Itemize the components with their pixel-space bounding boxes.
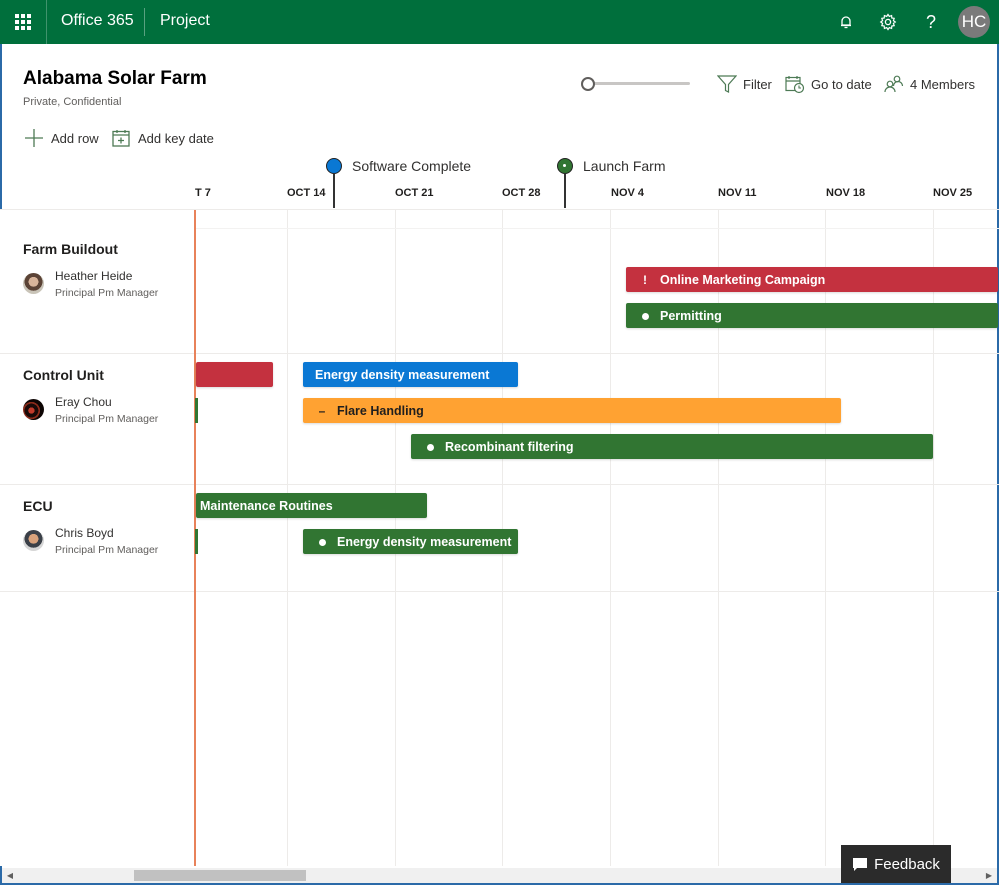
row-divider (0, 353, 999, 354)
help-icon: ? (925, 11, 936, 32)
members-button[interactable]: 4 Members (884, 74, 975, 94)
owner-name: Heather Heide (55, 269, 133, 283)
calendar-add-icon (112, 130, 130, 147)
help-button[interactable]: ? (911, 0, 951, 44)
task-bar[interactable]: Maintenance Routines (196, 493, 427, 518)
task-bar[interactable]: Recombinant filtering (411, 434, 933, 459)
plus-icon (25, 129, 43, 147)
alert-icon: ! (643, 272, 647, 287)
settings-button[interactable] (868, 0, 908, 44)
date-label: NOV 18 (826, 187, 866, 199)
task-label: Energy density measurement (337, 534, 512, 549)
date-label: OCT 21 (395, 187, 434, 199)
row-top-line (196, 228, 999, 229)
zoom-thumb[interactable] (581, 77, 595, 91)
dash-icon: – (318, 403, 326, 418)
milestone-marker-icon (326, 158, 342, 174)
task-bar-stub[interactable] (195, 529, 198, 554)
filter-button[interactable]: Filter (717, 74, 772, 94)
office-365-link[interactable]: Office 365 (61, 12, 134, 30)
row-divider (0, 591, 999, 592)
task-bar[interactable]: Energy density measurement (303, 362, 518, 387)
add-key-date-button[interactable]: Add key date (112, 128, 214, 148)
members-label: 4 Members (910, 76, 976, 92)
brand-divider (144, 8, 145, 36)
owner-role: Principal Pm Manager (55, 544, 159, 556)
task-label: Recombinant filtering (445, 439, 574, 454)
feedback-label: Feedback (874, 855, 940, 873)
task-bar-stub[interactable] (195, 398, 198, 423)
owner-role: Principal Pm Manager (55, 287, 159, 299)
milestone-stem (333, 174, 335, 208)
add-key-date-label: Add key date (138, 130, 214, 146)
calendar-clock-icon (785, 75, 805, 93)
milestone-stem (564, 174, 566, 208)
owner-avatar[interactable] (23, 273, 44, 294)
go-to-date-button[interactable]: Go to date (785, 74, 872, 94)
milestone-label: Software Complete (352, 158, 472, 174)
owner-avatar[interactable] (23, 530, 44, 551)
date-label: NOV 4 (611, 187, 645, 199)
scrollbar-thumb[interactable] (134, 870, 306, 881)
task-label: Maintenance Routines (200, 498, 333, 513)
add-row-button[interactable]: Add row (25, 128, 99, 148)
project-app-link[interactable]: Project (160, 12, 210, 30)
task-bar[interactable]: Permitting (626, 303, 998, 328)
notifications-button[interactable] (826, 0, 866, 44)
task-bar[interactable]: ! Online Marketing Campaign (626, 267, 998, 292)
milestone-marker-icon (557, 158, 573, 174)
date-label: NOV 25 (933, 187, 973, 199)
task-label: Online Marketing Campaign (660, 272, 826, 287)
week-gridline (610, 210, 611, 866)
group-title[interactable]: Farm Buildout (23, 241, 118, 257)
task-bar[interactable]: Energy density measurement (303, 529, 518, 554)
dot-icon (419, 440, 441, 454)
task-bar[interactable] (196, 362, 273, 387)
add-row-label: Add row (51, 130, 99, 146)
task-label: Energy density measurement (315, 367, 490, 382)
task-bar[interactable]: – Flare Handling (303, 398, 841, 423)
feedback-button[interactable]: Feedback (841, 845, 951, 883)
go-to-date-label: Go to date (811, 76, 872, 92)
dot-icon (634, 309, 656, 323)
project-subtitle: Private, Confidential (23, 96, 122, 108)
owner-name: Eray Chou (55, 395, 112, 409)
date-label: OCT 28 (502, 187, 541, 199)
app-launcher-icon (15, 14, 31, 30)
bell-icon (841, 16, 851, 29)
owner-name: Chris Boyd (55, 526, 114, 540)
scroll-right-arrow-icon[interactable]: ▶ (983, 868, 995, 883)
timeline-zoom-slider[interactable] (580, 76, 690, 92)
row-divider (0, 484, 999, 485)
date-label: T 7 (195, 187, 211, 199)
scroll-left-arrow-icon[interactable]: ◀ (4, 868, 16, 883)
top-bar: Office 365 Project ? HC (0, 0, 999, 44)
filter-icon (717, 75, 737, 93)
user-avatar[interactable]: HC (958, 6, 990, 38)
owner-role: Principal Pm Manager (55, 413, 159, 425)
zoom-track (588, 82, 690, 85)
dot-icon (311, 535, 333, 549)
app-launcher-button[interactable] (0, 0, 47, 44)
filter-label: Filter (743, 76, 772, 92)
owner-avatar[interactable] (23, 399, 44, 420)
group-title[interactable]: Control Unit (23, 367, 104, 383)
project-title: Alabama Solar Farm (23, 68, 207, 89)
date-label: NOV 11 (718, 187, 757, 199)
people-icon (884, 75, 904, 93)
milestone-label: Launch Farm (583, 158, 666, 174)
task-label: Permitting (660, 308, 722, 323)
comment-icon (853, 858, 868, 871)
group-title[interactable]: ECU (23, 498, 53, 514)
task-label: Flare Handling (337, 403, 424, 418)
week-gridline (287, 210, 288, 866)
gear-icon (879, 13, 897, 31)
date-label: OCT 14 (287, 187, 326, 199)
